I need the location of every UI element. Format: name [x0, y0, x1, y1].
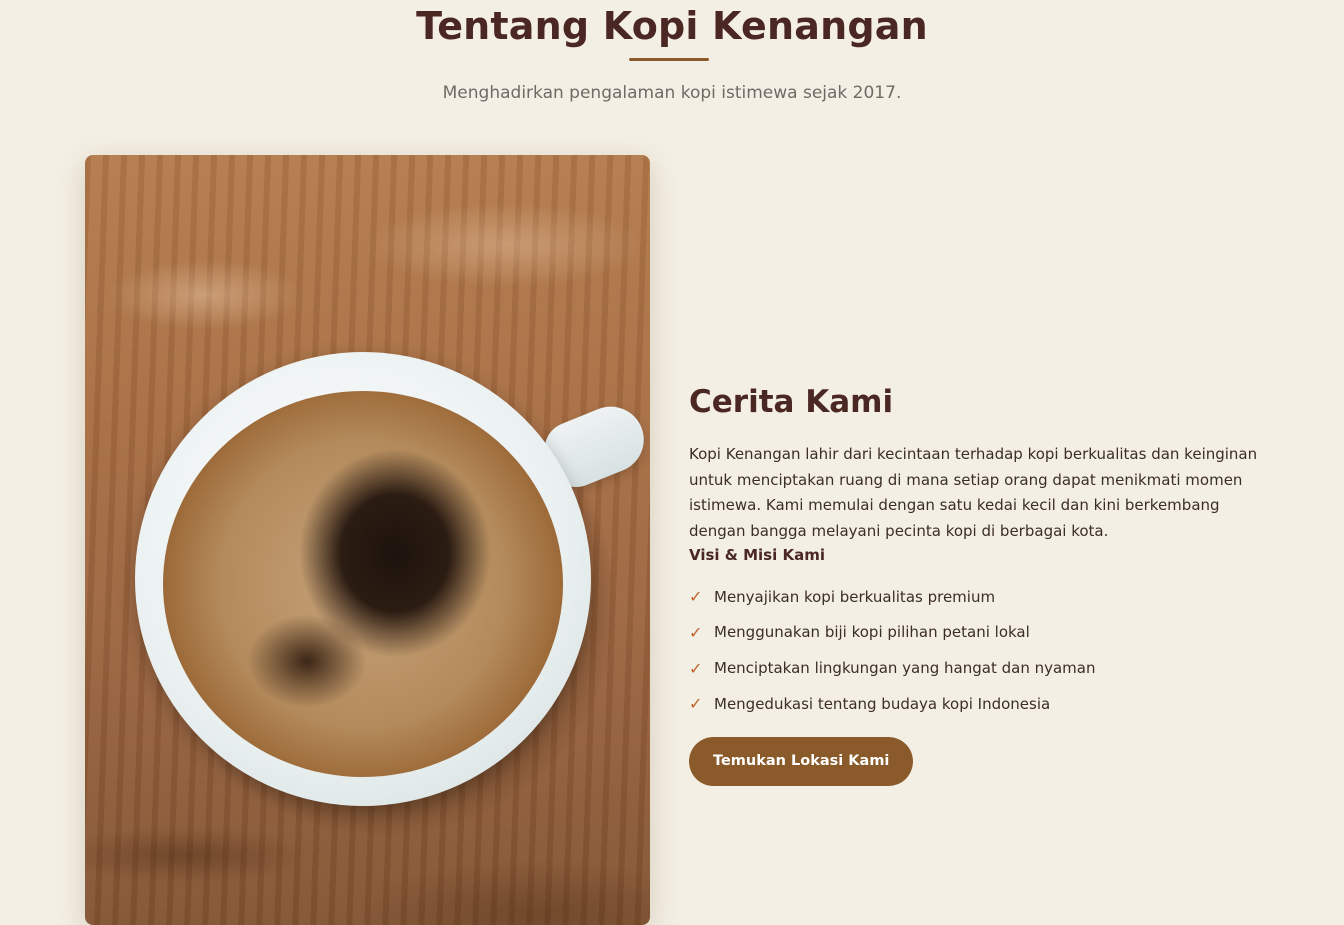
- check-icon: ✓: [689, 694, 703, 714]
- coffee-cup-photo: [85, 155, 650, 925]
- mission-item-label: Menciptakan lingkungan yang hangat dan n…: [714, 659, 1096, 678]
- page-title: Tentang Kopi Kenangan: [416, 4, 928, 48]
- list-item: ✓ Menciptakan lingkungan yang hangat dan…: [689, 650, 1259, 686]
- list-item: ✓ Menggunakan biji kopi pilihan petani l…: [689, 615, 1259, 651]
- title-underline: [629, 58, 709, 61]
- story-text: Kopi Kenangan lahir dari kecintaan terha…: [689, 445, 1258, 541]
- list-item: ✓ Mengedukasi tentang budaya kopi Indone…: [689, 686, 1259, 722]
- list-item: ✓ Menyajikan kopi berkualitas premium: [689, 579, 1259, 615]
- mission-item-label: Menggunakan biji kopi pilihan petani lok…: [714, 623, 1030, 642]
- mission-item-label: Menyajikan kopi berkualitas premium: [714, 587, 996, 606]
- coffee-crema-bubbles: [163, 391, 563, 777]
- check-icon: ✓: [689, 622, 703, 642]
- find-location-button[interactable]: Temukan Lokasi Kami: [689, 736, 914, 786]
- check-icon: ✓: [689, 658, 703, 678]
- vision-mission-heading: Visi & Misi Kami: [689, 545, 825, 564]
- check-icon: ✓: [689, 587, 703, 607]
- page-subtitle: Menghadirkan pengalaman kopi istimewa se…: [442, 83, 902, 103]
- mission-item-label: Mengedukasi tentang budaya kopi Indonesi…: [714, 694, 1051, 713]
- story-heading: Cerita Kami: [689, 384, 894, 420]
- mission-list: ✓ Menyajikan kopi berkualitas premium ✓ …: [689, 579, 1259, 722]
- about-content: Cerita Kami Kopi Kenangan lahir dari kec…: [689, 380, 1259, 786]
